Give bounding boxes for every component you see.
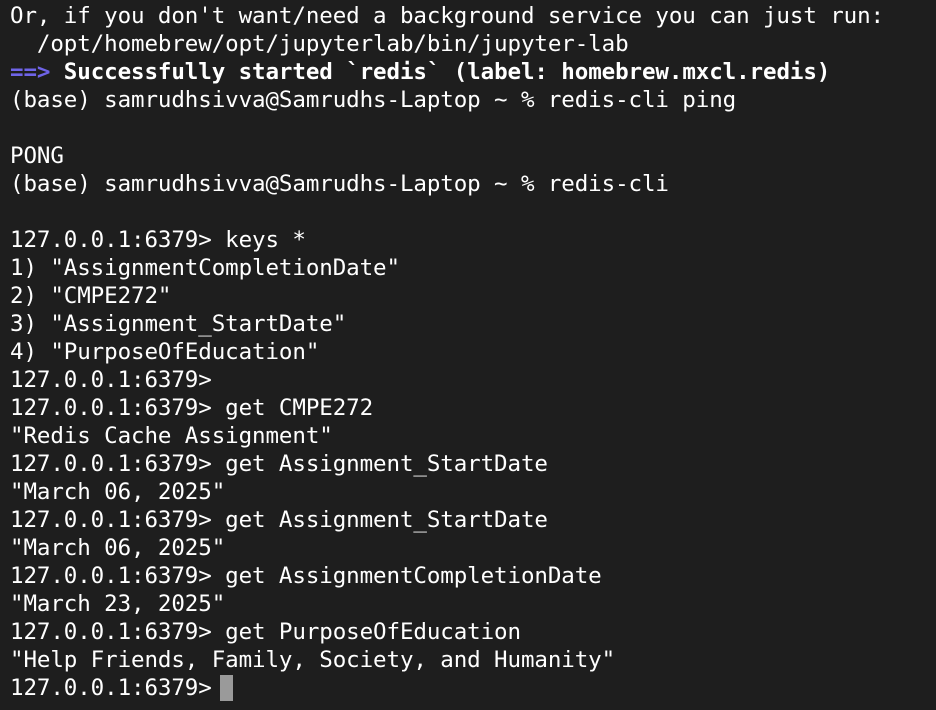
terminal-line-text: 127.0.0.1:6379> get AssignmentCompletion… (10, 563, 602, 589)
terminal-line-text: "March 06, 2025" (10, 535, 226, 561)
terminal-output: Or, if you don't want/need a background … (10, 2, 936, 674)
terminal-line: 127.0.0.1:6379> get AssignmentCompletion… (10, 562, 936, 590)
terminal-line-text: 127.0.0.1:6379> get Assignment_StartDate (10, 451, 548, 477)
terminal-line-text: 3) "Assignment_StartDate" (10, 311, 347, 337)
terminal-line-text: (base) samrudhsivva@Samrudhs-Laptop ~ % … (10, 87, 737, 113)
terminal-line-text: Or, if you don't want/need a background … (10, 3, 884, 29)
terminal-line: (base) samrudhsivva@Samrudhs-Laptop ~ % … (10, 86, 936, 114)
terminal-line-text: 127.0.0.1:6379> get PurposeOfEducation (10, 619, 521, 645)
terminal-line: Or, if you don't want/need a background … (10, 2, 936, 30)
terminal-line-text: PONG (10, 143, 64, 169)
terminal-line: 127.0.0.1:6379> get PurposeOfEducation (10, 618, 936, 646)
terminal-prompt-line[interactable]: 127.0.0.1:6379> (10, 674, 936, 702)
terminal-prompt: 127.0.0.1:6379> (10, 675, 212, 701)
status-arrow-icon: ==> (10, 59, 51, 85)
terminal-line: 4) "PurposeOfEducation" (10, 338, 936, 366)
terminal-line-text: 127.0.0.1:6379> get Assignment_StartDate (10, 507, 548, 533)
text-cursor (219, 675, 233, 701)
terminal-line: 127.0.0.1:6379> keys * (10, 226, 936, 254)
terminal-line-text: 1) "AssignmentCompletionDate" (10, 255, 400, 281)
terminal-line: 3) "Assignment_StartDate" (10, 310, 936, 338)
terminal-line-text: 4) "PurposeOfEducation" (10, 339, 320, 365)
terminal-line: 127.0.0.1:6379> get CMPE272 (10, 394, 936, 422)
terminal-line-text: /opt/homebrew/opt/jupyterlab/bin/jupyter… (10, 31, 629, 57)
terminal-line: (base) samrudhsivva@Samrudhs-Laptop ~ % … (10, 170, 936, 198)
terminal-line-text: "Redis Cache Assignment" (10, 423, 333, 449)
terminal-line-text: 127.0.0.1:6379> (10, 367, 212, 393)
terminal-line: "Redis Cache Assignment" (10, 422, 936, 450)
terminal-line: 127.0.0.1:6379> (10, 366, 936, 394)
terminal-line: "March 06, 2025" (10, 534, 936, 562)
terminal-line: ==> Successfully started `redis` (label:… (10, 58, 936, 86)
terminal-line-text: 127.0.0.1:6379> keys * (10, 227, 306, 253)
terminal-line: 127.0.0.1:6379> get Assignment_StartDate (10, 506, 936, 534)
status-message: Successfully started `redis` (label: hom… (63, 59, 831, 85)
terminal-line-text: 2) "CMPE272" (10, 283, 172, 309)
terminal-line: "March 23, 2025" (10, 590, 936, 618)
terminal-line: /opt/homebrew/opt/jupyterlab/bin/jupyter… (10, 30, 936, 58)
terminal-line: "March 06, 2025" (10, 478, 936, 506)
terminal-line: 2) "CMPE272" (10, 282, 936, 310)
terminal-line-text: 127.0.0.1:6379> get CMPE272 (10, 395, 374, 421)
terminal-line-text: "March 06, 2025" (10, 479, 226, 505)
terminal-line-text: "Help Friends, Family, Society, and Huma… (10, 647, 616, 673)
terminal-window[interactable]: Or, if you don't want/need a background … (0, 0, 936, 710)
terminal-line: 1) "AssignmentCompletionDate" (10, 254, 936, 282)
terminal-line-text: "March 23, 2025" (10, 591, 226, 617)
terminal-line: 127.0.0.1:6379> get Assignment_StartDate (10, 450, 936, 478)
terminal-line: "Help Friends, Family, Society, and Huma… (10, 646, 936, 674)
terminal-line: PONG (10, 142, 936, 170)
terminal-line-text: (base) samrudhsivva@Samrudhs-Laptop ~ % … (10, 171, 669, 197)
